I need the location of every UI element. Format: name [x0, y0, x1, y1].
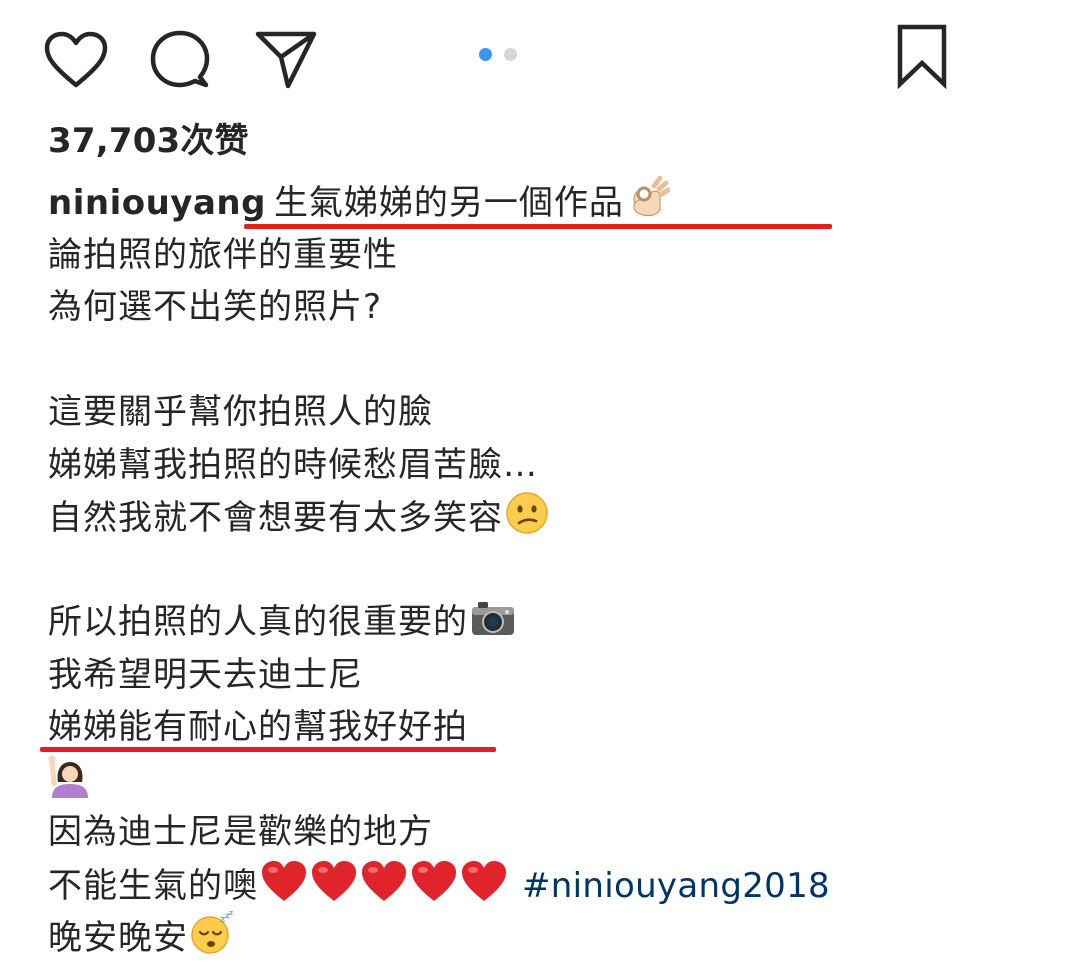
caption-text: 我希望明天去迪士尼	[48, 654, 363, 695]
highlight-underline	[40, 747, 496, 752]
caption-text: 自然我就不會想要有太多笑容	[48, 498, 503, 538]
username-link[interactable]: niniouyang	[48, 183, 266, 223]
caption-text: 生氣娣娣的另一個作品	[273, 183, 624, 223]
post-action-bar	[0, 0, 1080, 110]
like-button[interactable]	[44, 28, 108, 92]
red-heart-emoji	[410, 859, 458, 919]
caption-line: 娣娣能有耐心的幫我好好拍	[40, 701, 1048, 754]
heart-outline-icon	[44, 31, 108, 88]
carousel-dot-active	[479, 48, 492, 61]
caption-line: 我希望明天去迪士尼	[48, 649, 1048, 702]
caption-text: 晚安晚安	[48, 918, 188, 958]
caption-line: 論拍照的旅伴的重要性	[48, 229, 1048, 282]
caption-line: 不能生氣的噢 #niniouyang2018	[48, 859, 1048, 912]
carousel-dot	[504, 48, 517, 61]
caption-text: 所以拍照的人真的很重要的	[48, 602, 468, 642]
caption-line: 這要關乎幫你拍照人的臉	[48, 386, 1048, 439]
caption-text: 這要關乎幫你拍照人的臉	[48, 392, 433, 432]
confused-face-emoji	[505, 491, 549, 551]
caption-line: 自然我就不會想要有太多笑容	[48, 491, 1048, 544]
caption-text: 娣娣幫我拍照的時候愁眉苦臉…	[48, 444, 538, 485]
caption-text: 娣娣能有耐心的幫我好好拍	[48, 707, 468, 747]
red-heart-emoji	[260, 859, 308, 919]
caption-line: niniouyang 生氣娣娣的另一個作品	[48, 175, 1048, 229]
caption-line: 所以拍照的人真的很重要的	[48, 596, 1048, 649]
red-heart-emoji	[360, 859, 408, 919]
sleeping-face-emoji: z z z	[190, 909, 236, 971]
caption-line: 晚安晚安 z z z	[48, 909, 1048, 964]
share-button[interactable]	[254, 28, 318, 92]
likes-count[interactable]: 37,703次赞	[48, 118, 249, 164]
save-button[interactable]	[890, 24, 954, 89]
red-heart-emoji	[460, 859, 508, 919]
caption-line: 因為迪士尼是歡樂的地方	[48, 806, 1048, 859]
post-caption: niniouyang 生氣娣娣的另一個作品 論拍照的旅伴的重要性 為何選不出笑的照…	[40, 175, 1048, 964]
caption-text: 論拍照的旅伴的重要性	[48, 234, 398, 275]
hashtag-link[interactable]: #niniouyang2018	[522, 866, 830, 906]
red-heart-emoji	[310, 859, 358, 919]
caption-text: 為何選不出笑的照片?	[48, 287, 383, 327]
svg-text:z: z	[229, 911, 234, 917]
caption-line: 為何選不出笑的照片?	[48, 281, 1048, 334]
woman-raising-hand-emoji	[48, 754, 92, 814]
carousel-indicator	[479, 48, 517, 61]
caption-text: 因為迪士尼是歡樂的地方	[48, 812, 433, 852]
paper-plane-icon	[255, 31, 317, 89]
caption-text: 不能生氣的噢	[48, 865, 258, 906]
camera-emoji	[470, 599, 516, 655]
comment-button[interactable]	[148, 28, 212, 92]
speech-bubble-icon	[150, 30, 210, 88]
bookmark-outline-icon	[897, 24, 947, 89]
caption-line: 娣娣幫我拍照的時候愁眉苦臉…	[48, 439, 1048, 492]
caption-line	[48, 754, 1048, 807]
